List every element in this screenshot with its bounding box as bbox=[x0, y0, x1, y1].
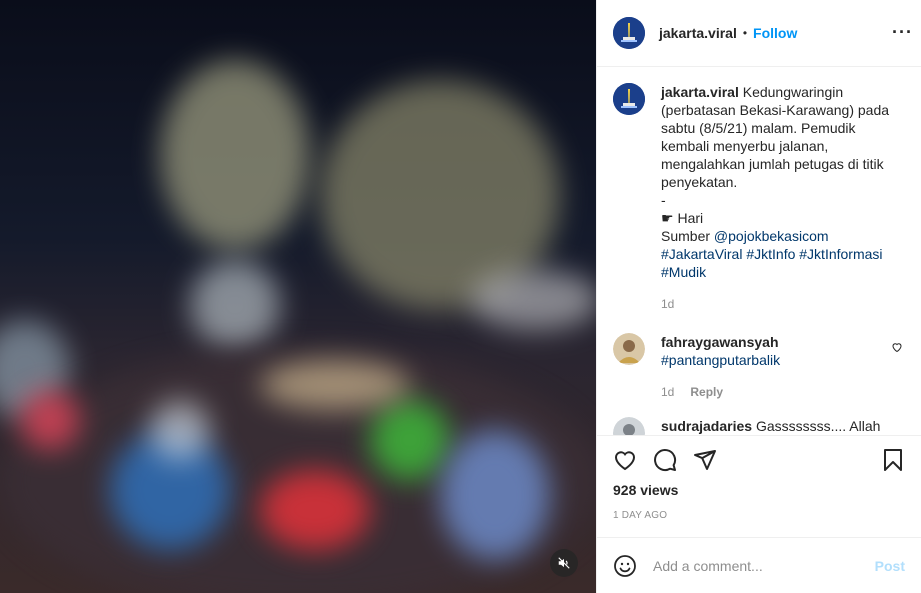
source-mention-link[interactable]: @pojokbekasicom bbox=[714, 228, 829, 244]
comment-input[interactable] bbox=[653, 557, 875, 574]
instagram-post-view: jakarta.viral • Follow ··· jakarta.viral… bbox=[0, 0, 921, 593]
crowd-shape bbox=[260, 470, 370, 550]
separator-dot: • bbox=[742, 26, 748, 40]
comment-timestamp[interactable]: 1d bbox=[661, 383, 674, 401]
crowd-shape bbox=[370, 400, 450, 480]
source-label: Sumber bbox=[661, 228, 714, 244]
caption-timestamp[interactable]: 1d bbox=[661, 295, 674, 313]
hashtag-link[interactable]: #JktInformasi bbox=[799, 246, 882, 262]
comment-composer: Post bbox=[597, 537, 921, 593]
comment-username[interactable]: sudrajadaries bbox=[661, 418, 752, 434]
vehicle-shape bbox=[470, 270, 596, 330]
comment-body: sudrajadaries Gassssssss.... Allah bbox=[661, 417, 905, 435]
caption-line: Hari bbox=[677, 210, 704, 226]
comment-body: fahraygawansyah #pantangputarbalik 1d Re… bbox=[661, 333, 905, 401]
avatar[interactable] bbox=[613, 333, 645, 365]
comment-bubble-icon[interactable] bbox=[653, 448, 677, 472]
comment-username[interactable]: fahraygawansyah bbox=[661, 334, 779, 350]
post-comment-button[interactable]: Post bbox=[875, 558, 905, 574]
caption-line: mengalahkan jumlah petugas di titik bbox=[661, 156, 884, 172]
avatar[interactable] bbox=[613, 83, 645, 115]
crowd-shape bbox=[20, 390, 80, 450]
caption-line: penyekatan. bbox=[661, 174, 738, 190]
save-bookmark-icon[interactable] bbox=[881, 448, 905, 472]
hashtag-link[interactable]: #JktInfo bbox=[746, 246, 795, 262]
emoji-smiley-icon[interactable] bbox=[613, 554, 637, 578]
view-count[interactable]: 928 views bbox=[613, 482, 905, 498]
caption-line: kembali menyerbu jalanan, bbox=[661, 138, 829, 154]
crowd-shape bbox=[260, 360, 410, 410]
post-date[interactable]: 1 DAY AGO bbox=[613, 510, 905, 521]
caption-line: Kedungwaringin bbox=[742, 84, 844, 100]
avatar[interactable] bbox=[613, 417, 645, 435]
crowd-shape bbox=[150, 400, 210, 460]
tent-shape bbox=[190, 260, 280, 350]
comment-item: fahraygawansyah #pantangputarbalik 1d Re… bbox=[613, 333, 905, 401]
mute-button[interactable] bbox=[550, 549, 578, 577]
caption-line: sabtu (8/5/21) malam. Pemudik bbox=[661, 120, 856, 136]
hashtag-link[interactable]: #pantangputarbalik bbox=[661, 352, 780, 368]
post-sidebar: jakarta.viral • Follow ··· jakarta.viral… bbox=[596, 0, 921, 593]
header-username[interactable]: jakarta.viral bbox=[659, 25, 737, 41]
like-heart-icon[interactable] bbox=[613, 448, 637, 472]
monas-logo-icon bbox=[613, 83, 645, 115]
monas-logo-icon bbox=[613, 17, 645, 49]
speaker-muted-icon bbox=[558, 557, 570, 569]
crowd-shape bbox=[440, 430, 550, 560]
avatar[interactable] bbox=[613, 17, 645, 49]
pointing-hand-icon: ☛ bbox=[661, 210, 674, 226]
caption-username[interactable]: jakarta.viral bbox=[661, 84, 739, 100]
like-comment-heart-icon[interactable] bbox=[891, 341, 903, 353]
hashtag-link[interactable]: #Mudik bbox=[661, 264, 706, 280]
hashtag-link[interactable]: #JakartaViral bbox=[661, 246, 742, 262]
post-actions: 928 views 1 DAY AGO bbox=[597, 435, 921, 537]
more-options-icon[interactable]: ··· bbox=[892, 22, 913, 43]
caption-meta: 1d bbox=[661, 295, 905, 313]
post-video[interactable] bbox=[0, 0, 596, 593]
share-paper-plane-icon[interactable] bbox=[693, 448, 717, 472]
reply-button[interactable]: Reply bbox=[690, 383, 723, 401]
action-icon-row bbox=[613, 436, 905, 484]
caption-line: (perbatasan Bekasi-Karawang) pada bbox=[661, 102, 890, 118]
caption: jakarta.viral Kedungwaringin (perbatasan… bbox=[613, 83, 905, 313]
post-header: jakarta.viral • Follow ··· bbox=[597, 0, 921, 67]
comments-list[interactable]: jakarta.viral Kedungwaringin (perbatasan… bbox=[597, 67, 921, 435]
tree-shape bbox=[160, 60, 310, 250]
follow-button[interactable]: Follow bbox=[753, 25, 797, 41]
comment-item: sudrajadaries Gassssssss.... Allah bbox=[613, 417, 905, 435]
caption-line: - bbox=[661, 192, 666, 208]
comment-meta: 1d Reply bbox=[661, 383, 905, 401]
caption-body: jakarta.viral Kedungwaringin (perbatasan… bbox=[661, 83, 905, 313]
comment-text: Gassssssss.... Allah bbox=[755, 418, 881, 434]
